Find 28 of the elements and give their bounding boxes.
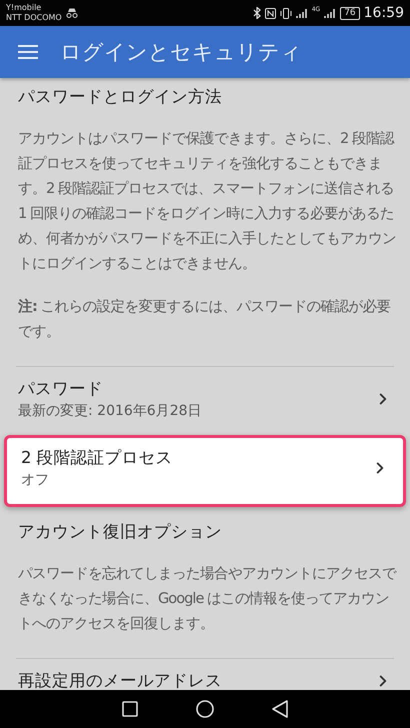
section-title: パスワードとログイン方法: [17, 86, 223, 108]
highlighted-settings-row[interactable]: 2 段階認証プロセス オフ: [4, 435, 406, 507]
carrier-name: Y!mobile: [6, 3, 42, 13]
signal-icon: [296, 8, 308, 18]
back-icon[interactable]: [272, 700, 288, 718]
section-title: アカウント復旧オプション: [17, 521, 223, 543]
bluetooth-icon: [252, 7, 261, 19]
nfc-icon: [264, 8, 276, 18]
carrier-name: NTT DOCOMO: [6, 13, 62, 23]
square-icon[interactable]: [122, 701, 138, 717]
description-text: 注: これらの設定を変更するには、パスワードの確認が必要です。: [17, 297, 392, 342]
incognito-icon: [66, 8, 78, 18]
battery-level: 76: [340, 6, 360, 20]
home-icon[interactable]: [196, 700, 214, 718]
signal-icon: [324, 8, 336, 18]
vibrate-icon: [280, 8, 292, 18]
row-label: 2 段階認証プロセス: [21, 447, 174, 469]
description-text: アカウントはパスワードで保護できます。さらに、2 段階認証プロセスを使ってセキュリティを強化することもできます。2 段階認証プロセスでは、スマートフォンに送信される 1 回限りの確認コードをログイン時に入力する必要があるため、何者かがパスワードを不正に入手したとしてもアカウントにログインすることはできません。: [17, 129, 397, 274]
row-detail: オフ: [21, 471, 50, 490]
settings-row[interactable]: 再設定用のメールアドレス: [0, 659, 410, 690]
menu-icon[interactable]: [18, 45, 38, 59]
page-title: ログインとセキュリティ: [60, 39, 302, 66]
row-label: パスワード: [18, 378, 104, 400]
settings-row[interactable]: パスワード 最新の変更: 2016年6月28日: [0, 367, 410, 431]
row-detail: 最新の変更: 2016年6月28日: [18, 402, 203, 421]
clock-time: 16:59: [364, 5, 404, 21]
row-label: 再設定用のメールアドレス: [18, 670, 223, 690]
description-text: パスワードを忘れてしまった場合やアカウントにアクセスできなくなった場合に、Google はこの情報を使ってアカウントへのアクセスを回復します。: [17, 564, 398, 634]
